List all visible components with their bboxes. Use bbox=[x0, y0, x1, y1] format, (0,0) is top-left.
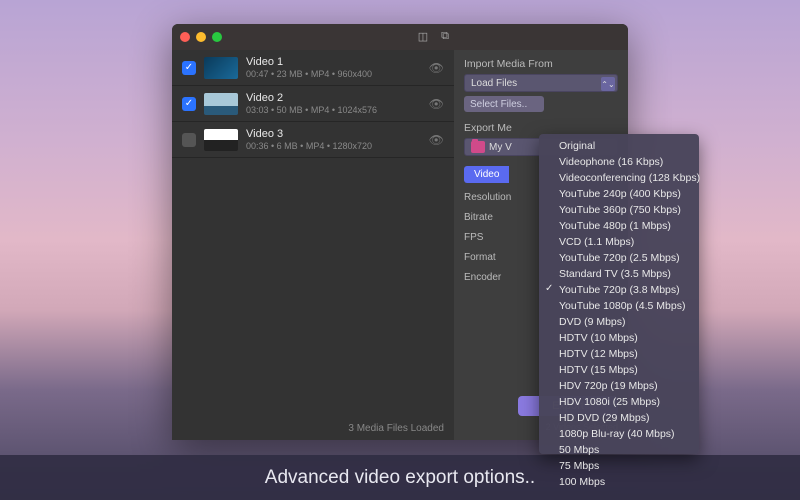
dropdown-item[interactable]: VCD (1.1 Mbps) bbox=[539, 234, 699, 250]
dropdown-item[interactable]: 1080p Blu-ray (40 Mbps) bbox=[539, 426, 699, 442]
thumbnail bbox=[204, 57, 238, 79]
import-label: Import Media From bbox=[464, 58, 618, 70]
dropdown-item[interactable]: 75 Mbps bbox=[539, 458, 699, 474]
dropdown-item[interactable]: Videophone (16 Kbps) bbox=[539, 154, 699, 170]
dropdown-item[interactable]: YouTube 720p (3.8 Mbps) bbox=[539, 282, 699, 298]
export-folder-text: My V bbox=[489, 142, 512, 153]
media-info: Video 100:47 • 23 MB • MP4 • 960x400 bbox=[246, 56, 421, 79]
media-list: ✓ Video 100:47 • 23 MB • MP4 • 960x400 👁 ✓ V… bbox=[172, 50, 454, 417]
media-title: Video 2 bbox=[246, 92, 421, 104]
load-files-text: Load Files bbox=[471, 78, 517, 89]
dropdown-item[interactable]: Videoconferencing (128 Kbps) bbox=[539, 170, 699, 186]
media-info: Video 300:36 • 6 MB • MP4 • 1280x720 bbox=[246, 128, 421, 151]
select-files-text: Select Files.. bbox=[470, 99, 527, 110]
folder-icon bbox=[471, 141, 485, 153]
dropdown-item[interactable]: DVD (9 Mbps) bbox=[539, 314, 699, 330]
dropdown-item[interactable]: 50 Mbps bbox=[539, 442, 699, 458]
media-count-label: 3 Media Files Loaded bbox=[172, 417, 454, 440]
checkbox-icon[interactable] bbox=[182, 133, 196, 147]
export-panel: Import Media From Load Files ⌃⌄ Select F… bbox=[454, 50, 628, 440]
dropdown-item[interactable]: YouTube 480p (1 Mbps) bbox=[539, 218, 699, 234]
thumbnail bbox=[204, 129, 238, 151]
dropdown-item[interactable]: YouTube 1080p (4.5 Mbps) bbox=[539, 298, 699, 314]
media-title: Video 3 bbox=[246, 128, 421, 140]
tab-video-label: Video bbox=[474, 169, 499, 180]
thumbnail bbox=[204, 93, 238, 115]
checkbox-icon[interactable]: ✓ bbox=[182, 97, 196, 111]
dropdown-item[interactable]: HDTV (10 Mbps) bbox=[539, 330, 699, 346]
setting-label: Resolution bbox=[464, 192, 524, 203]
traffic-lights bbox=[180, 32, 222, 42]
media-item[interactable]: ✓ Video 203:03 • 50 MB • MP4 • 1024x576 👁 bbox=[172, 86, 454, 122]
media-meta: 00:36 • 6 MB • MP4 • 1280x720 bbox=[246, 141, 421, 151]
bitrate-dropdown[interactable]: OriginalVideophone (16 Kbps)Videoconfere… bbox=[539, 134, 699, 454]
load-files-select[interactable]: Load Files ⌃⌄ bbox=[464, 74, 618, 92]
app-window: ◫ ⧉ ✓ Video 100:47 • 23 MB • MP4 • 960x40… bbox=[172, 24, 628, 440]
media-meta: 03:03 • 50 MB • MP4 • 1024x576 bbox=[246, 105, 421, 115]
dropdown-item[interactable]: Standard TV (3.5 Mbps) bbox=[539, 266, 699, 282]
preview-icon[interactable]: 👁 bbox=[429, 133, 444, 147]
copy-icon[interactable]: ⧉ bbox=[438, 29, 452, 43]
overlay-icon[interactable]: ◫ bbox=[416, 29, 430, 43]
titlebar-actions: ◫ ⧉ bbox=[416, 29, 452, 43]
titlebar: ◫ ⧉ bbox=[172, 24, 628, 50]
setting-label: FPS bbox=[464, 232, 524, 243]
dropdown-item[interactable]: YouTube 720p (2.5 Mbps) bbox=[539, 250, 699, 266]
media-item[interactable]: ✓ Video 100:47 • 23 MB • MP4 • 960x400 👁 bbox=[172, 50, 454, 86]
checkbox-icon[interactable]: ✓ bbox=[182, 61, 196, 75]
chevron-updown-icon: ⌃⌄ bbox=[601, 77, 615, 91]
media-panel: ✓ Video 100:47 • 23 MB • MP4 • 960x400 👁 ✓ V… bbox=[172, 50, 454, 440]
caption-text: Advanced video export options.. bbox=[265, 467, 535, 489]
minimize-icon[interactable] bbox=[196, 32, 206, 42]
setting-label: Bitrate bbox=[464, 212, 524, 223]
media-title: Video 1 bbox=[246, 56, 421, 68]
window-body: ✓ Video 100:47 • 23 MB • MP4 • 960x400 👁 ✓ V… bbox=[172, 50, 628, 440]
tab-video[interactable]: Video bbox=[464, 166, 509, 183]
export-media-label: Export Me bbox=[464, 122, 618, 134]
dropdown-item[interactable]: HDV 720p (19 Mbps) bbox=[539, 378, 699, 394]
close-icon[interactable] bbox=[180, 32, 190, 42]
dropdown-item[interactable]: HDTV (15 Mbps) bbox=[539, 362, 699, 378]
dropdown-item[interactable]: HDV 1080i (25 Mbps) bbox=[539, 394, 699, 410]
dropdown-item[interactable]: 100 Mbps bbox=[539, 474, 699, 490]
select-files-button[interactable]: Select Files.. bbox=[464, 96, 544, 112]
preview-icon[interactable]: 👁 bbox=[429, 97, 444, 111]
zoom-icon[interactable] bbox=[212, 32, 222, 42]
dropdown-item[interactable]: HDTV (12 Mbps) bbox=[539, 346, 699, 362]
media-info: Video 203:03 • 50 MB • MP4 • 1024x576 bbox=[246, 92, 421, 115]
dropdown-item[interactable]: YouTube 240p (400 Kbps) bbox=[539, 186, 699, 202]
media-item[interactable]: Video 300:36 • 6 MB • MP4 • 1280x720 👁 bbox=[172, 122, 454, 158]
media-meta: 00:47 • 23 MB • MP4 • 960x400 bbox=[246, 69, 421, 79]
setting-label: Format bbox=[464, 252, 524, 263]
dropdown-item[interactable]: HD DVD (29 Mbps) bbox=[539, 410, 699, 426]
preview-icon[interactable]: 👁 bbox=[429, 61, 444, 75]
dropdown-item[interactable]: YouTube 360p (750 Kbps) bbox=[539, 202, 699, 218]
dropdown-item[interactable]: Original bbox=[539, 138, 699, 154]
setting-label: Encoder bbox=[464, 272, 524, 283]
